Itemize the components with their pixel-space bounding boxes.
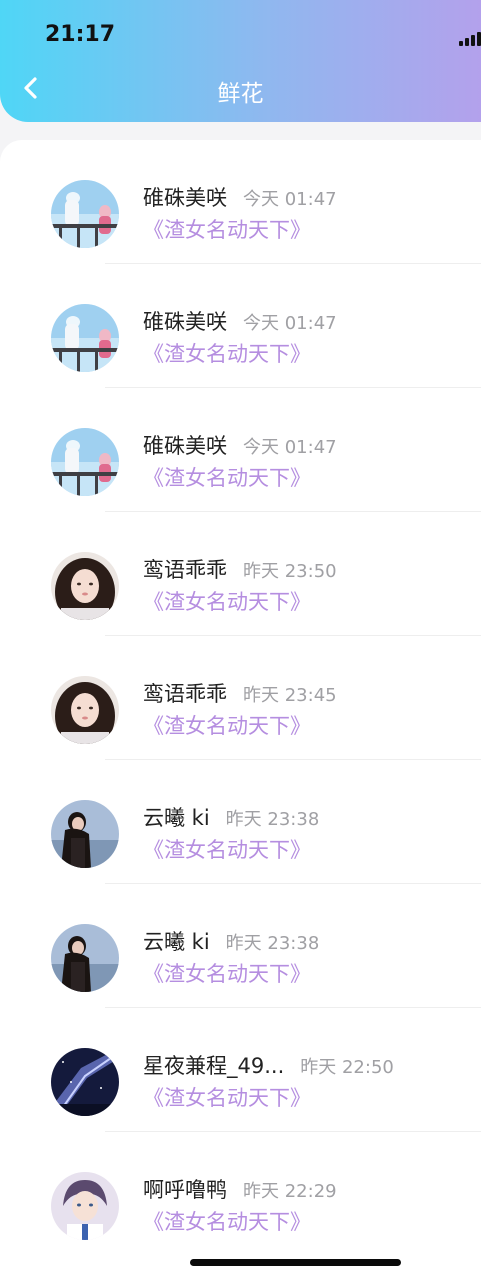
book-title[interactable]: 《渣女名动天下》 [143,1206,311,1236]
avatar[interactable] [51,1172,119,1240]
user-name[interactable]: 云曦 ki [143,806,210,830]
avatar[interactable] [51,180,119,248]
avatar[interactable] [51,428,119,496]
user-name[interactable]: 云曦 ki [143,930,210,954]
list-item[interactable]: 啊呼噜鸭 昨天 22:29 《渣女名动天下》 [0,1132,481,1256]
list-item[interactable]: 云曦 ki 昨天 23:38 《渣女名动天下》 [0,760,481,884]
book-title[interactable]: 《渣女名动天下》 [143,1082,311,1112]
book-title[interactable]: 《渣女名动天下》 [143,214,311,244]
list-item[interactable]: 云曦 ki 昨天 23:38 《渣女名动天下》 [0,884,481,1008]
timestamp: 昨天 23:38 [225,933,320,954]
user-name[interactable]: 碓硃美咲 [143,434,227,458]
timestamp: 今天 01:47 [243,313,337,334]
book-title[interactable]: 《渣女名动天下》 [143,958,311,988]
list-item[interactable]: 碓硃美咲 今天 01:47 《渣女名动天下》 [0,264,481,388]
list-item[interactable]: 碓硃美咲 今天 01:47 《渣女名动天下》 [0,388,481,512]
book-title[interactable]: 《渣女名动天下》 [143,462,311,492]
flower-list: 碓硃美咲 今天 01:47 《渣女名动天下》 碓硃美咲 今天 01:47 《渣女名动… [0,140,481,1280]
book-title[interactable]: 《渣女名动天下》 [143,586,311,616]
timestamp: 昨天 22:50 [300,1057,394,1078]
timestamp: 今天 01:47 [243,437,337,458]
avatar[interactable] [51,924,119,992]
list-item[interactable]: 碓硃美咲 今天 01:47 《渣女名动天下》 [0,140,481,264]
list-item[interactable]: 鸾语乖乖 昨天 23:50 《渣女名动天下》 [0,512,481,636]
user-name[interactable]: 鸾语乖乖 [143,558,227,582]
book-title[interactable]: 《渣女名动天下》 [143,710,311,740]
user-name[interactable]: 星夜兼程_49... [143,1054,284,1078]
book-title[interactable]: 《渣女名动天下》 [143,338,311,368]
header-bar: 21:17 鲜花 [0,0,481,122]
list-item[interactable]: 星夜兼程_49... 昨天 22:50 《渣女名动天下》 [0,1008,481,1132]
page-title: 鲜花 [217,81,264,107]
status-time: 21:17 [45,22,116,47]
book-title[interactable]: 《渣女名动天下》 [143,834,311,864]
user-name[interactable]: 鸾语乖乖 [143,682,227,706]
timestamp: 昨天 23:38 [225,809,320,830]
user-name[interactable]: 碓硃美咲 [143,186,227,210]
avatar[interactable] [51,304,119,372]
avatar[interactable] [51,676,119,744]
user-name[interactable]: 碓硃美咲 [143,310,227,334]
timestamp: 昨天 22:29 [243,1181,337,1202]
timestamp: 昨天 23:45 [243,685,337,706]
list-item[interactable]: 鸾语乖乖 昨天 23:45 《渣女名动天下》 [0,636,481,760]
avatar[interactable] [51,552,119,620]
signal-icon [459,32,481,46]
avatar[interactable] [51,1048,119,1116]
timestamp: 昨天 23:50 [243,561,337,582]
home-indicator [190,1259,401,1266]
user-name[interactable]: 啊呼噜鸭 [143,1178,227,1202]
timestamp: 今天 01:47 [243,189,337,210]
avatar[interactable] [51,800,119,868]
